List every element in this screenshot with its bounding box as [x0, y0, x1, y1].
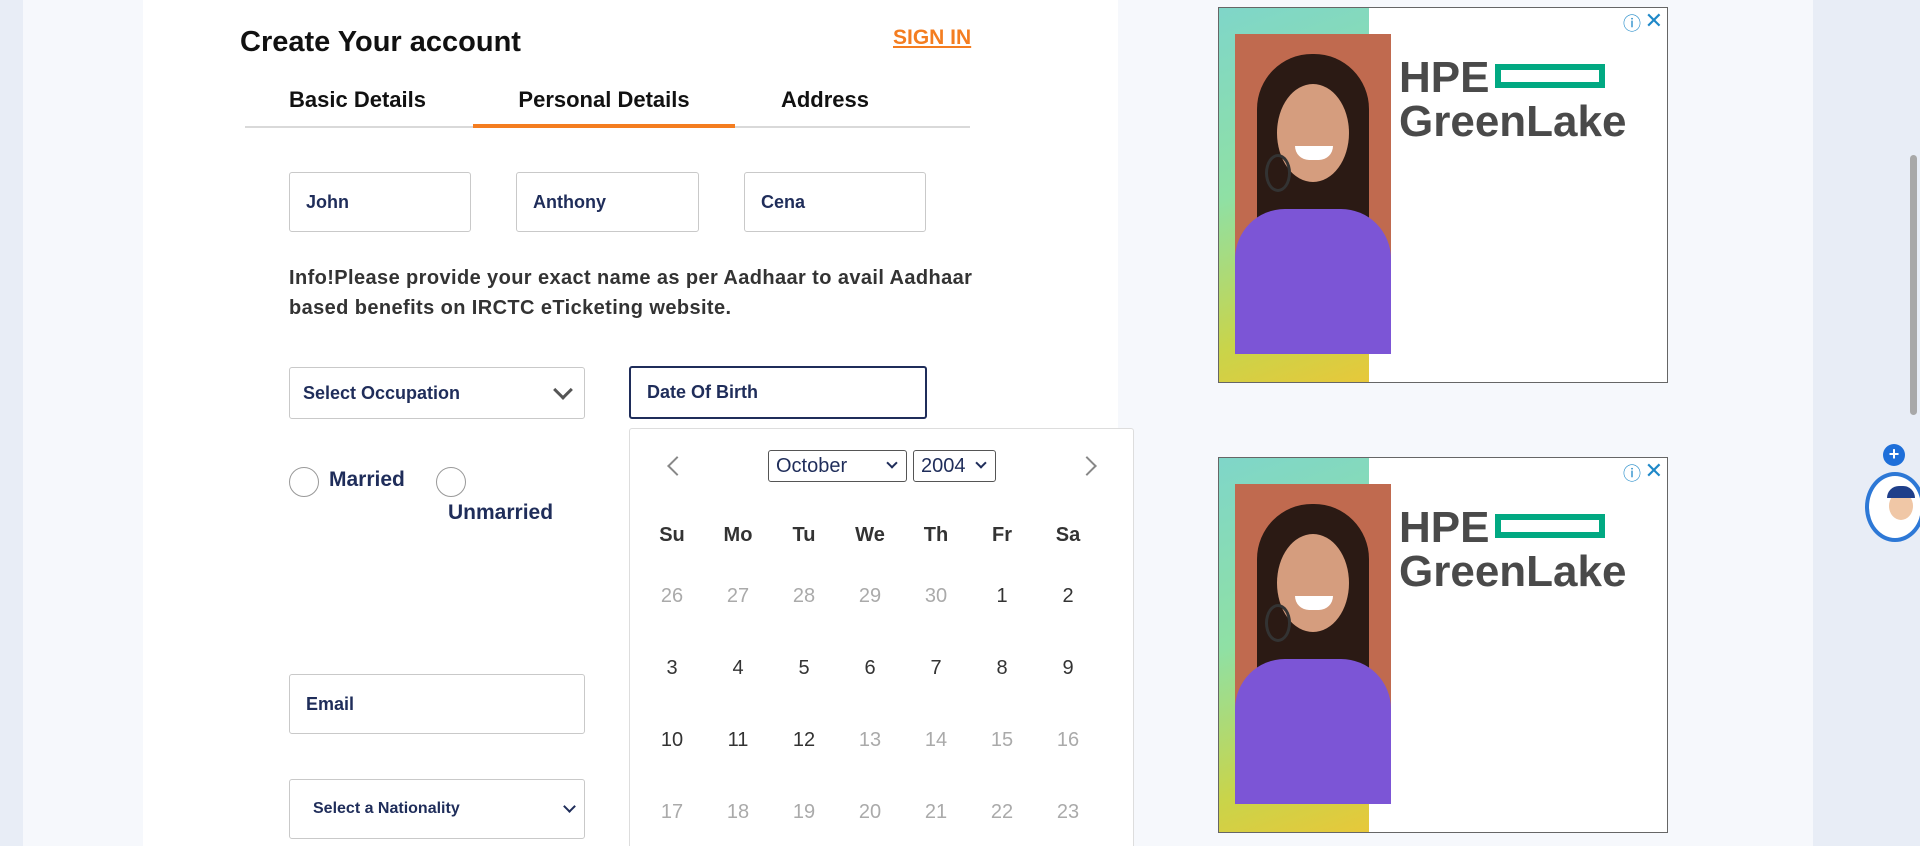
weekday-header: Mo: [723, 524, 753, 546]
chevron-down-icon: [553, 380, 573, 400]
calendar-day[interactable]: 15: [969, 729, 1035, 752]
calendar-day[interactable]: 8: [969, 657, 1035, 680]
calendar-day[interactable]: 16: [1035, 729, 1101, 752]
tab-basic-details[interactable]: Basic Details: [245, 82, 470, 128]
calendar-day[interactable]: 28: [771, 585, 837, 608]
advertisement[interactable]: HPE GreenLake ⓘ ✕: [1218, 7, 1668, 383]
calendar-day[interactable]: 17: [639, 801, 705, 824]
email-field[interactable]: Email: [289, 674, 585, 734]
ad-brand: HPE GreenLake: [1399, 56, 1626, 144]
tab-personal-details[interactable]: Personal Details: [473, 82, 735, 128]
calendar-day[interactable]: 21: [903, 801, 969, 824]
weekday-header: Fr: [992, 524, 1012, 546]
page-title: Create Your account: [240, 26, 521, 58]
ad-photo: [1235, 34, 1391, 354]
calendar-day[interactable]: 26: [639, 585, 705, 608]
tab-bar: Basic Details Personal Details Address: [245, 82, 970, 128]
weekday-header: Su: [659, 524, 685, 546]
calendar-day[interactable]: 4: [705, 657, 771, 680]
page-scrollbar[interactable]: [1910, 155, 1917, 415]
calendar-day[interactable]: 14: [903, 729, 969, 752]
calendar-day[interactable]: 11: [705, 729, 771, 752]
calendar-day[interactable]: 5: [771, 657, 837, 680]
close-icon[interactable]: ✕: [1645, 8, 1663, 34]
calendar-day[interactable]: 30: [903, 585, 969, 608]
calendar-day[interactable]: 19: [771, 801, 837, 824]
calendar-day[interactable]: 3: [639, 657, 705, 680]
hpe-logo-bar: [1495, 64, 1606, 89]
ad-brand: HPE GreenLake: [1399, 506, 1626, 594]
married-radio[interactable]: [289, 467, 319, 497]
info-icon[interactable]: ⓘ: [1623, 460, 1641, 486]
weekday-header: Tu: [792, 524, 816, 546]
calendar-day[interactable]: 2: [1035, 585, 1101, 608]
month-select-value: October: [776, 455, 848, 477]
chevron-down-icon: [563, 800, 576, 813]
calendar-day[interactable]: 6: [837, 657, 903, 680]
assistant-avatar-icon[interactable]: [1865, 472, 1920, 542]
calendar-day[interactable]: 9: [1035, 657, 1101, 680]
unmarried-label: Unmarried: [448, 501, 554, 524]
chevron-down-icon: [975, 457, 987, 469]
hpe-logo-bar: [1495, 514, 1606, 539]
nationality-select[interactable]: Select a Nationality: [289, 779, 585, 839]
occupation-select-value: Select Occupation: [303, 383, 461, 403]
weekday-header: Th: [923, 524, 949, 546]
middle-name-field[interactable]: Anthony: [516, 172, 699, 232]
ad-brand-line1: HPE: [1399, 503, 1490, 552]
next-month-icon[interactable]: [1077, 456, 1097, 476]
calendar-day[interactable]: 29: [837, 585, 903, 608]
chevron-down-icon: [886, 457, 898, 469]
year-select[interactable]: 2004: [913, 450, 996, 482]
previous-month-icon[interactable]: [667, 456, 687, 476]
date-of-birth-field[interactable]: Date Of Birth: [629, 366, 927, 419]
last-name-field[interactable]: Cena: [744, 172, 926, 232]
weekday-header: We: [855, 524, 885, 546]
calendar-day[interactable]: 22: [969, 801, 1035, 824]
calendar-day[interactable]: 18: [705, 801, 771, 824]
signin-link[interactable]: SIGN IN: [893, 26, 971, 50]
calendar-day[interactable]: 13: [837, 729, 903, 752]
year-select-value: 2004: [921, 455, 966, 477]
married-label: Married: [329, 468, 405, 491]
weekday-header: Sa: [1055, 524, 1081, 546]
unmarried-radio[interactable]: [436, 467, 466, 497]
occupation-select[interactable]: Select Occupation: [289, 367, 585, 419]
tab-address[interactable]: Address: [735, 82, 915, 128]
calendar-day[interactable]: 10: [639, 729, 705, 752]
close-icon[interactable]: ✕: [1645, 458, 1663, 484]
ad-brand-line2: GreenLake: [1399, 97, 1627, 146]
aadhaar-info-text: Info!Please provide your exact name as p…: [289, 267, 973, 319]
first-name-field[interactable]: John: [289, 172, 471, 232]
calendar-day[interactable]: 23: [1035, 801, 1101, 824]
info-icon[interactable]: ⓘ: [1623, 10, 1641, 36]
calendar-day[interactable]: 12: [771, 729, 837, 752]
calendar-day[interactable]: 27: [705, 585, 771, 608]
advertisement[interactable]: HPE GreenLake ⓘ ✕: [1218, 457, 1668, 833]
month-select[interactable]: October: [768, 450, 907, 482]
calendar-day[interactable]: 1: [969, 585, 1035, 608]
assistant-expand-icon[interactable]: +: [1883, 444, 1905, 466]
ad-brand-line1: HPE: [1399, 53, 1490, 102]
ad-brand-line2: GreenLake: [1399, 547, 1627, 596]
ad-photo: [1235, 484, 1391, 804]
calendar-day[interactable]: 20: [837, 801, 903, 824]
nationality-select-value: Select a Nationality: [313, 800, 460, 817]
date-picker: October 2004 Su Mo Tu We Th Fr Sa 26 27 28 29 30 1 2 3…: [629, 428, 1134, 846]
calendar-day[interactable]: 7: [903, 657, 969, 680]
